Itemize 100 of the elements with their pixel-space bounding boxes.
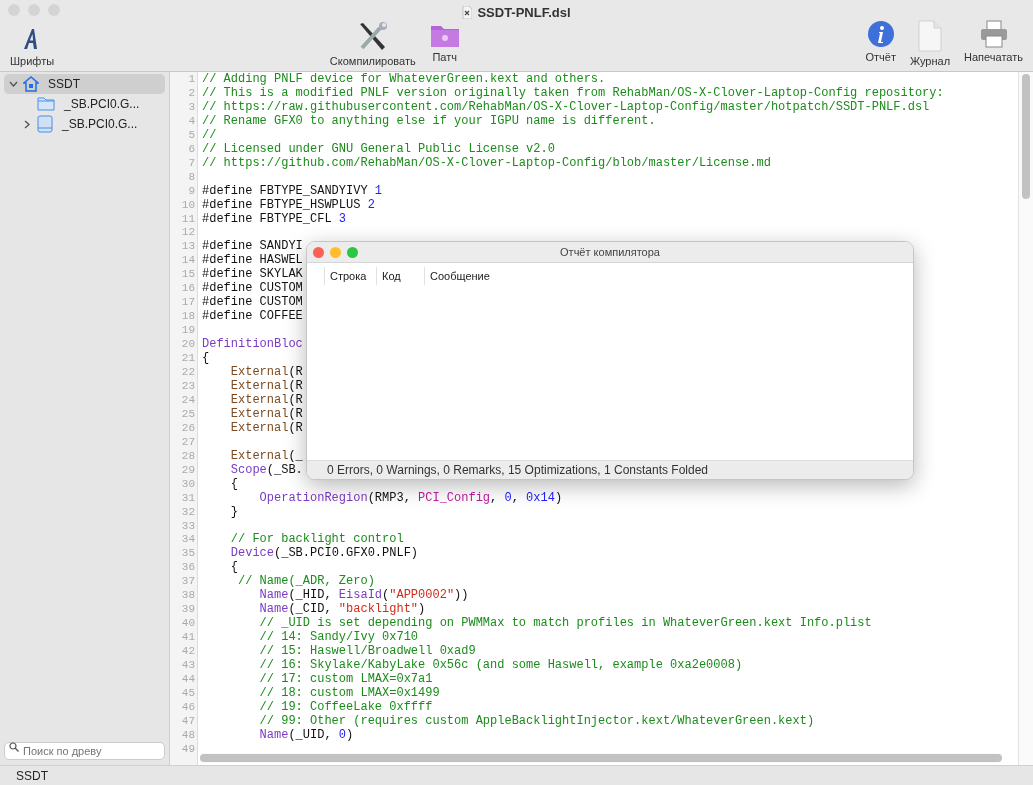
- window-title: SSDT-PNLF.dsl: [477, 4, 571, 22]
- line-number: 8: [187, 169, 195, 184]
- code-line: // 14: Sandy/Ivy 0x710: [258, 630, 419, 645]
- line-number: 30: [180, 476, 195, 491]
- line-number: 48: [180, 727, 195, 742]
- line-number: 15: [180, 267, 195, 282]
- code-line: // 18: custom LMAX=0x1499: [258, 685, 440, 700]
- code-line: #define HASWEL: [202, 253, 303, 268]
- code-line: // 16: Skylake/KabyLake 0x56c (and some Haswell, example 0xa2e0008): [258, 658, 743, 672]
- line-number: 9: [187, 183, 195, 198]
- line-number: 41: [180, 630, 195, 645]
- line-number: 34: [180, 532, 195, 547]
- line-number: 35: [180, 546, 195, 561]
- line-number: 10: [180, 197, 195, 212]
- code-line: // 15: Haswell/Broadwell 0xad9: [258, 644, 476, 659]
- line-number: 7: [187, 155, 195, 170]
- line-number: 25: [180, 406, 195, 421]
- line-number: 17: [180, 295, 195, 310]
- code-line: External(R: [229, 392, 303, 407]
- line-number: 6: [187, 141, 195, 156]
- code-line: {: [229, 476, 238, 491]
- line-number: 40: [180, 616, 195, 631]
- print-button[interactable]: Напечатать: [960, 19, 1027, 69]
- code-line: External(_: [229, 448, 303, 463]
- code-line: External(R: [229, 365, 303, 379]
- line-number: 14: [180, 253, 195, 268]
- line-number: 36: [180, 560, 195, 575]
- search-field[interactable]: Поиск по древу: [4, 742, 165, 760]
- line-number: 29: [180, 462, 195, 477]
- line-number: 38: [180, 588, 195, 603]
- line-number: 32: [180, 504, 195, 519]
- line-number: 16: [180, 281, 195, 296]
- code-line: #define FBTYPE_HSWPLUS 2: [202, 197, 375, 212]
- code-line: Device(_SB.PCI0.GFX0.PNLF): [229, 546, 419, 561]
- code-line: // Licensed under GNU General Public License v2.0: [202, 141, 555, 156]
- code-line: Name(_HID, EisaId("APP0002")): [258, 588, 469, 603]
- house-icon: [23, 76, 39, 92]
- line-number: 11: [180, 211, 195, 226]
- line-number: 24: [180, 392, 195, 407]
- line-number: 5: [187, 127, 195, 142]
- search-icon: [9, 742, 19, 752]
- minimize-button[interactable]: [330, 246, 341, 258]
- printer-icon: [978, 19, 1009, 48]
- code-line: #define FBTYPE_SANDYIVY 1: [202, 183, 383, 198]
- compile-button[interactable]: Скомпилировать: [325, 21, 420, 69]
- code-line: // Name(_ADR, Zero): [237, 574, 375, 589]
- line-number: 46: [180, 699, 195, 714]
- document-icon: [916, 19, 944, 52]
- close-button[interactable]: [313, 246, 324, 258]
- line-number: 4: [187, 113, 195, 128]
- code-line: // https://github.com/RehabMan/OS-X-Clover-Laptop-Config/blob/master/License.md: [202, 155, 771, 170]
- line-number: 49: [180, 741, 195, 756]
- code-line: // 19: CoffeeLake 0xffff: [258, 699, 433, 714]
- line-number: 19: [180, 323, 195, 338]
- vertical-scrollbar[interactable]: [1018, 72, 1033, 765]
- line-number: 33: [180, 518, 195, 533]
- code-line: // _UID is set depending on PWMMax to match profiles in WhateverGreen.kext Info.plist: [258, 616, 872, 631]
- code-line: Scope(_SB.: [229, 462, 303, 477]
- code-line: // This is a modified PNLF version originally taken from RehabMan/OS-X-Clover-Laptop-Config repository:: [202, 85, 944, 100]
- code-line: // Rename GFX0 to anything else if your IGPU name is different.: [202, 113, 656, 128]
- code-line: OperationRegion(RMP3, PCI_Config, 0, 0x14): [258, 490, 563, 505]
- column-header[interactable]: Сообщение: [424, 267, 495, 285]
- code-line: }: [229, 504, 238, 519]
- code-line: #define CUSTOM: [202, 295, 303, 310]
- code-line: Name(_UID, 0): [258, 727, 354, 742]
- line-number: 47: [180, 713, 195, 728]
- code-line: #define FBTYPE_CFL 3: [202, 211, 347, 226]
- fonts-button[interactable]: Шрифты: [6, 25, 59, 69]
- line-number: 28: [180, 448, 195, 463]
- report-button[interactable]: Отчёт: [861, 19, 900, 69]
- code-line: // 99: Other (requires custom AppleBacklightInjector.kext/WhateverGreen.kext): [258, 713, 815, 728]
- document-icon: [462, 6, 473, 20]
- patch-button[interactable]: Патч: [425, 21, 464, 69]
- log-button[interactable]: Журнал: [905, 19, 955, 69]
- tree-item[interactable]: SSDT: [4, 74, 165, 94]
- column-header[interactable]: Строка: [324, 267, 376, 285]
- line-number: 42: [180, 644, 195, 659]
- line-number: 44: [180, 672, 195, 686]
- code-line: DefinitionBloc: [202, 337, 303, 352]
- window-title: Отчёт компилятора: [560, 244, 660, 260]
- code-line: // For backlight control: [229, 532, 404, 547]
- line-number: 43: [180, 658, 195, 672]
- code-line: // Adding PNLF device for WhateverGreen.kext and others.: [202, 72, 606, 86]
- code-line: External(R: [229, 420, 303, 435]
- line-number: 2: [187, 85, 195, 100]
- line-number: 37: [180, 574, 195, 589]
- line-number: 21: [180, 351, 195, 365]
- horizontal-scrollbar[interactable]: [200, 753, 1002, 763]
- line-number: 26: [180, 420, 195, 435]
- column-header[interactable]: Код: [376, 267, 424, 285]
- tree-item[interactable]: _SB.PCI0.G...: [18, 94, 165, 114]
- code-line: #define COFFEE: [202, 309, 303, 324]
- line-number: 31: [180, 490, 195, 505]
- zoom-button[interactable]: [347, 246, 358, 258]
- info-icon: [866, 19, 895, 48]
- code-line: #define SANDYI: [202, 239, 303, 254]
- folder-icon: [37, 97, 55, 111]
- tree-item[interactable]: _SB.PCI0.G...: [18, 114, 165, 134]
- code-line: {: [202, 351, 210, 365]
- code-line: #define CUSTOM: [202, 281, 303, 296]
